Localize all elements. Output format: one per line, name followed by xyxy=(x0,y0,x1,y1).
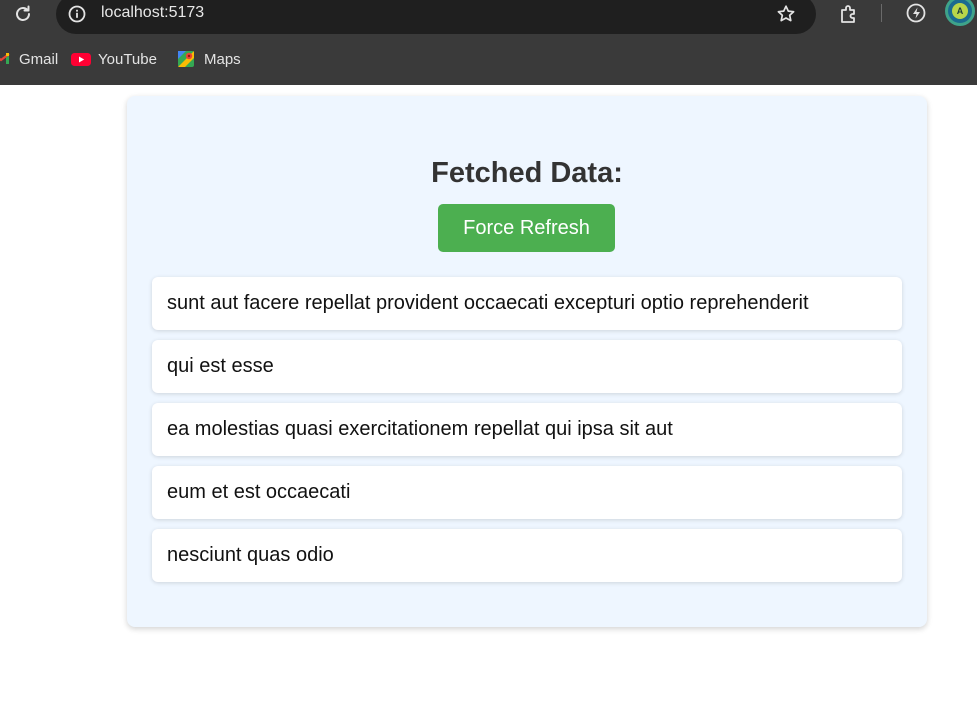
youtube-icon xyxy=(71,50,91,68)
address-bar[interactable]: localhost:5173 xyxy=(56,0,816,34)
site-info-icon[interactable] xyxy=(68,5,86,23)
browser-toolbar: localhost:5173 A xyxy=(0,0,977,34)
profile-initial: A xyxy=(952,3,968,19)
page-content: Fetched Data: Force Refresh sunt aut fac… xyxy=(0,85,977,710)
extensions-icon[interactable] xyxy=(838,3,860,25)
bookmarks-bar: Gmail YouTube Maps xyxy=(0,42,977,76)
bookmark-gmail[interactable]: Gmail xyxy=(0,42,58,76)
list-item: ea molestias quasi exercitationem repell… xyxy=(152,403,902,456)
page-title: Fetched Data: xyxy=(431,157,623,189)
reload-icon[interactable] xyxy=(12,3,34,25)
data-card: Fetched Data: Force Refresh sunt aut fac… xyxy=(127,96,927,627)
performance-icon[interactable] xyxy=(905,2,927,24)
list-item: qui est esse xyxy=(152,340,902,393)
toolbar-divider xyxy=(881,4,882,22)
list-item: eum et est occaecati xyxy=(152,466,902,519)
bookmark-label: Maps xyxy=(204,50,241,68)
bookmark-star-icon[interactable] xyxy=(776,4,796,24)
url-text[interactable]: localhost:5173 xyxy=(101,3,204,23)
gmail-icon xyxy=(0,50,10,68)
profile-avatar[interactable]: A xyxy=(945,0,975,26)
bookmark-youtube[interactable]: YouTube xyxy=(71,42,157,76)
bookmark-maps[interactable]: Maps xyxy=(177,42,241,76)
bookmark-label: YouTube xyxy=(98,50,157,68)
bookmark-label: Gmail xyxy=(19,50,59,68)
list-item: sunt aut facere repellat provident occae… xyxy=(152,277,902,330)
force-refresh-button[interactable]: Force Refresh xyxy=(438,204,615,252)
post-list: sunt aut facere repellat provident occae… xyxy=(152,277,902,592)
maps-icon xyxy=(177,50,195,68)
list-item: nesciunt quas odio xyxy=(152,529,902,582)
